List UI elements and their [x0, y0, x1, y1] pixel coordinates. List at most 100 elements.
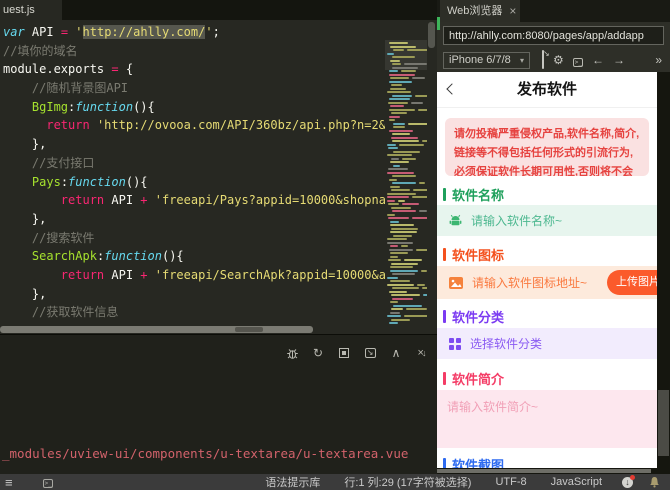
- code-line: //填你的域名: [3, 43, 78, 58]
- status-bar: ≡ >_ 语法提示库 行:1 列:29 (17字符被选择) UTF-8 Java…: [0, 474, 670, 490]
- syntax-library-status[interactable]: 语法提示库: [253, 474, 332, 490]
- console-toolbar: ↻ ↘ ∧ × ↓: [285, 346, 429, 360]
- console-error-line[interactable]: _modules/uview-ui/components/u-textarea/…: [2, 443, 408, 465]
- debug-bug-icon[interactable]: [285, 346, 299, 360]
- android-icon: [449, 214, 462, 227]
- bell-icon[interactable]: [649, 476, 660, 488]
- device-selector-value: iPhone 6/7/8: [449, 54, 511, 66]
- editor-vertical-scrollbar[interactable]: [428, 22, 435, 48]
- menu-icon[interactable]: ≡: [5, 475, 13, 490]
- section-label-text: 软件图标: [452, 247, 505, 263]
- minimap[interactable]: [385, 40, 427, 324]
- collapse-up-icon[interactable]: ∧: [389, 346, 403, 360]
- close-icon[interactable]: ×: [509, 5, 516, 17]
- code-line: },: [3, 137, 47, 152]
- language-status[interactable]: JavaScript: [539, 476, 614, 488]
- chevron-down-icon: ▾: [519, 55, 524, 65]
- code-line: var API = 'http://ahlly.com/';: [3, 25, 220, 39]
- code-line: return API + 'freeapi/Pays?appid=10000&s…: [60, 193, 394, 208]
- preview-vertical-scrollbar[interactable]: [657, 72, 670, 468]
- terminal-icon[interactable]: >_: [42, 476, 53, 488]
- image-icon: [449, 276, 463, 289]
- tab-request-js[interactable]: uest.js: [0, 0, 62, 20]
- update-icon[interactable]: ↓: [622, 474, 635, 488]
- selected-text: http://ahlly.com/: [82, 25, 206, 39]
- section-accent-bar: [443, 457, 446, 468]
- section-label-category: 软件分类: [443, 308, 657, 325]
- browser-toolbar: iPhone 6/7/8 ▾ ↘ ⚙ >_ ← → »: [437, 48, 670, 72]
- page-title: 发布软件: [516, 81, 577, 98]
- code-line: module.exports = {: [3, 62, 134, 77]
- grid-icon: [449, 337, 461, 350]
- placeholder-intro: 请输入软件简介~: [447, 400, 539, 414]
- code-line: SearchApk:function(){: [31, 249, 184, 264]
- stop-icon[interactable]: [337, 346, 351, 360]
- code-line: },: [3, 286, 47, 301]
- encoding-status[interactable]: UTF-8: [483, 476, 538, 488]
- editor-hscroll-notch: [235, 327, 263, 332]
- app-header: 发布软件: [437, 72, 657, 108]
- gear-icon[interactable]: ⚙: [553, 53, 564, 67]
- code-line: //搜索软件: [3, 230, 95, 245]
- section-label-text: 软件分类: [452, 309, 505, 325]
- section-accent-bar: [443, 371, 446, 385]
- input-row-category[interactable]: 选择软件分类: [437, 328, 657, 359]
- code-line: return 'http://ovooa.com/API/360bz/api.p…: [46, 118, 401, 133]
- input-row-name[interactable]: 请输入软件名称~: [437, 205, 657, 236]
- editor-horizontal-scrollbar[interactable]: [0, 324, 437, 334]
- preview-hscroll-thumb[interactable]: [437, 469, 651, 473]
- section-accent-bar: [443, 187, 446, 201]
- section-label-name: 软件名称: [443, 186, 657, 203]
- placeholder-icon: 请输入软件图标地址~: [472, 276, 588, 290]
- section-label-icon: 软件图标: [443, 246, 657, 263]
- tab-web-browser-label: Web浏览器: [447, 5, 503, 17]
- code-line: //支付接口: [3, 155, 95, 170]
- code-line: //获取软件信息: [3, 305, 119, 320]
- open-external-icon[interactable]: ↘: [542, 50, 550, 69]
- section-label-text: 软件截图: [452, 457, 505, 469]
- upload-image-button[interactable]: 上传图片: [607, 270, 657, 295]
- input-row-intro[interactable]: 请输入软件简介~: [437, 390, 657, 448]
- url-input[interactable]: [443, 26, 664, 45]
- editor-tabbar: uest.js: [0, 0, 437, 20]
- code-line: //随机背景图API: [3, 81, 129, 96]
- code-editor[interactable]: var API = 'http://ahlly.com/'; //填你的域名 mod…: [0, 20, 437, 324]
- code-line: Pays:function(){: [31, 174, 148, 189]
- notification-dot: [630, 474, 635, 480]
- minimap-bars: [385, 42, 427, 324]
- back-arrow-icon[interactable]: ←: [592, 53, 604, 67]
- section-accent-bar: [443, 247, 446, 261]
- section-label-intro: 软件简介: [443, 370, 657, 387]
- browser-tabbar: Web浏览器 ×: [437, 0, 670, 22]
- device-selector[interactable]: iPhone 6/7/8 ▾: [443, 51, 530, 69]
- placeholder-category: 选择软件分类: [470, 337, 543, 351]
- phone-preview: 发布软件 请勿投稿严重侵权产品,软件名称,简介,链接等不得包括任何形式的引流行为…: [437, 72, 657, 468]
- browser-panel: Web浏览器 × iPhone 6/7/8 ▾ ↘ ⚙ >_ ← → »: [437, 0, 670, 474]
- open-terminal-icon[interactable]: ↘: [363, 346, 377, 360]
- console-panel: ↻ ↘ ∧ × ↓ _modules/uview-ui/components/u-…: [0, 334, 437, 474]
- input-row-icon[interactable]: 请输入软件图标地址~ 上传图片: [437, 266, 657, 299]
- code-lines: var API = 'http://ahlly.com/'; //填你的域名 mod…: [3, 23, 400, 324]
- section-label-text: 软件名称: [452, 187, 505, 203]
- section-label-screenshot: 软件截图: [443, 456, 657, 468]
- warning-notice: 请勿投稿严重侵权产品,软件名称,简介,链接等不得包括任何形式的引流行为,必须保证…: [445, 118, 649, 176]
- forward-arrow-icon[interactable]: →: [613, 53, 625, 67]
- ide-window: uest.js var API = 'http://ahlly.com/'; //…: [0, 0, 670, 490]
- clear-console-icon[interactable]: × ↓: [415, 346, 429, 360]
- code-line: },: [3, 211, 47, 226]
- form-sections: 软件名称请输入软件名称~ 软件图标请输入软件图标地址~ 上传图片软件分类选择软件分类…: [437, 186, 657, 468]
- console-terminal-icon[interactable]: >_: [572, 51, 583, 69]
- browser-toolbar-icons: ↘ ⚙ >_ ← →: [542, 50, 625, 69]
- more-icon[interactable]: »: [655, 53, 662, 67]
- tab-request-js-label: uest.js: [3, 4, 35, 16]
- placeholder-name: 请输入软件名称~: [471, 214, 563, 228]
- tab-web-browser[interactable]: Web浏览器 ×: [440, 0, 520, 22]
- section-label-text: 软件简介: [452, 371, 505, 387]
- cursor-position-status[interactable]: 行:1 列:29 (17字符被选择): [332, 474, 483, 490]
- restart-icon[interactable]: ↻: [311, 346, 325, 360]
- editor-hscroll-thumb[interactable]: [0, 326, 313, 333]
- preview-vscroll-thumb[interactable]: [658, 390, 669, 456]
- code-line: BgImg:function(){: [31, 99, 155, 114]
- code-line: return API + 'freeapi/SearchApk?appid=10…: [60, 267, 394, 282]
- url-bar: [437, 22, 670, 48]
